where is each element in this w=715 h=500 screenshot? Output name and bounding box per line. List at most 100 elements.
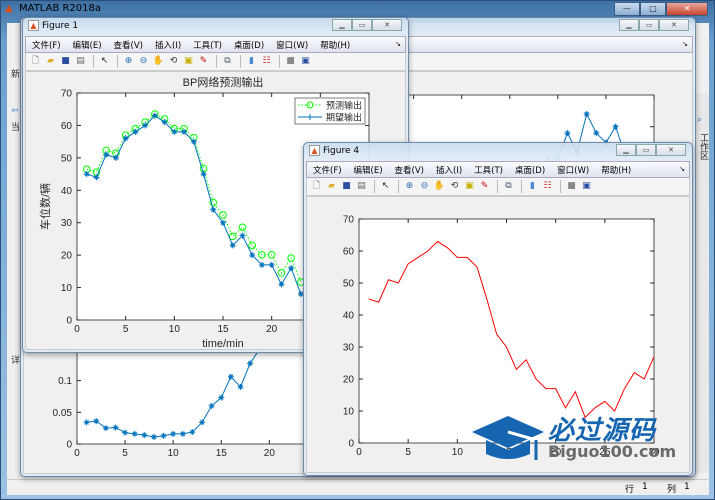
pointer-icon[interactable]: ↖ bbox=[379, 180, 392, 193]
legend-icon[interactable]: ☷ bbox=[260, 55, 273, 68]
window-title: Figure 4 bbox=[323, 146, 360, 156]
pan-hand-icon[interactable]: ✋ bbox=[433, 180, 446, 193]
y-tick-label: 20 bbox=[61, 251, 73, 262]
hide-plot-tools-icon[interactable]: ■ bbox=[565, 180, 578, 193]
back-arrow-icon[interactable]: ⇦ bbox=[11, 106, 19, 116]
menu-3[interactable]: 插入(I) bbox=[436, 164, 462, 176]
menu-5[interactable]: 桌面(D) bbox=[515, 164, 545, 176]
dock-arrow-icon[interactable]: ↘ bbox=[679, 165, 685, 173]
menu-5[interactable]: 桌面(D) bbox=[234, 39, 264, 51]
new-file-icon[interactable]: 🗋 bbox=[29, 55, 42, 68]
toolbar-separator bbox=[117, 55, 118, 68]
y-tick-label: 0.05 bbox=[53, 408, 73, 419]
brush-icon[interactable]: ✎ bbox=[478, 180, 491, 193]
y-tick-label: 70 bbox=[343, 215, 355, 226]
rotate-3d-icon[interactable]: ⟲ bbox=[448, 180, 461, 193]
y-tick-label: 0 bbox=[66, 316, 72, 327]
pointer-icon[interactable]: ↖ bbox=[98, 55, 111, 68]
x-tick-label: 15 bbox=[217, 324, 229, 335]
minimize-button[interactable]: — bbox=[614, 2, 640, 16]
col-value: 1 bbox=[684, 482, 690, 492]
maximize-button[interactable]: □ bbox=[640, 2, 666, 16]
dock-arrow-icon[interactable]: ↘ bbox=[395, 40, 401, 48]
toolbar-separator bbox=[216, 55, 217, 68]
dock-arrow-icon[interactable]: ↘ bbox=[682, 40, 688, 48]
menu-1[interactable]: 编辑(E) bbox=[354, 164, 383, 176]
menu-3[interactable]: 插入(I) bbox=[155, 39, 181, 51]
y-tick-label: 70 bbox=[61, 89, 73, 100]
menu-6[interactable]: 窗口(W) bbox=[276, 39, 308, 51]
menu-0[interactable]: 文件(F) bbox=[313, 164, 342, 176]
x-tick-label: 5 bbox=[123, 324, 129, 335]
maximize-button[interactable]: ▭ bbox=[352, 19, 372, 31]
hide-plot-tools-icon[interactable]: ■ bbox=[284, 55, 297, 68]
menu-4[interactable]: 工具(T) bbox=[193, 39, 222, 51]
new-label[interactable]: 新 bbox=[11, 67, 20, 80]
maximize-button[interactable]: ▭ bbox=[636, 144, 656, 156]
close-button[interactable]: ✕ bbox=[372, 19, 402, 31]
window-title: Figure 1 bbox=[42, 21, 79, 31]
menu-bar: 文件(F) 编辑(E) 查看(V) 插入(I) 工具(T) 桌面(D) 窗口(W) 帮助(H)… bbox=[306, 161, 690, 178]
matlab-logo-icon: ▲ bbox=[5, 3, 13, 14]
menu-0[interactable]: 文件(F) bbox=[32, 39, 61, 51]
y-tick-label: 10 bbox=[343, 407, 355, 418]
close-button[interactable]: ✕ bbox=[659, 19, 689, 31]
y-tick-label: 40 bbox=[61, 186, 73, 197]
legend-label: 期望输出 bbox=[326, 112, 362, 123]
save-icon[interactable]: ■ bbox=[340, 180, 353, 193]
link-plot-icon[interactable]: ⧉ bbox=[502, 180, 515, 193]
menu-2[interactable]: 查看(V) bbox=[395, 164, 424, 176]
menu-6[interactable]: 窗口(W) bbox=[557, 164, 589, 176]
minimize-button[interactable]: ▁ bbox=[619, 19, 639, 31]
toolbar-separator bbox=[374, 180, 375, 193]
menu-4[interactable]: 工具(T) bbox=[474, 164, 503, 176]
print-icon[interactable]: ▤ bbox=[355, 180, 368, 193]
chart-title: BP网络预测输出 bbox=[183, 75, 264, 89]
y-axis-label: 车位数/辆 bbox=[38, 183, 52, 230]
y-tick-label: 10 bbox=[61, 283, 73, 294]
y-tick-label: 0 bbox=[66, 440, 72, 451]
open-folder-icon[interactable]: ▰ bbox=[325, 180, 338, 193]
data-cursor-icon[interactable]: ▣ bbox=[463, 180, 476, 193]
colorbar-icon[interactable]: ▮ bbox=[526, 180, 539, 193]
x-tick-label: 10 bbox=[452, 447, 464, 458]
details-label: 详 bbox=[11, 356, 21, 366]
colorbar-icon[interactable]: ▮ bbox=[245, 55, 258, 68]
rotate-3d-icon[interactable]: ⟲ bbox=[167, 55, 180, 68]
zoom-out-icon[interactable]: ⊖ bbox=[418, 180, 431, 193]
print-icon[interactable]: ▤ bbox=[74, 55, 87, 68]
minimize-button[interactable]: ▁ bbox=[332, 19, 352, 31]
menu-7[interactable]: 帮助(H) bbox=[320, 39, 350, 51]
pan-hand-icon[interactable]: ✋ bbox=[152, 55, 165, 68]
save-icon[interactable]: ■ bbox=[59, 55, 72, 68]
new-file-icon[interactable]: 🗋 bbox=[310, 180, 323, 193]
brush-icon[interactable]: ✎ bbox=[197, 55, 210, 68]
data-cursor-icon[interactable]: ▣ bbox=[182, 55, 195, 68]
x-tick-label: 0 bbox=[74, 324, 80, 335]
menu-2[interactable]: 查看(V) bbox=[114, 39, 143, 51]
watermark-en: Biguo100.com bbox=[548, 442, 677, 461]
search-icon[interactable]: ⌕ bbox=[697, 115, 702, 125]
zoom-in-icon[interactable]: ⊕ bbox=[403, 180, 416, 193]
legend-icon[interactable]: ☷ bbox=[541, 180, 554, 193]
show-plot-tools-icon[interactable]: ▣ bbox=[299, 55, 312, 68]
figure-toolbar: 🗋▰■▤↖⊕⊖✋⟲▣✎⧉▮☷■▣ bbox=[25, 53, 406, 71]
legend-label: 预测输出 bbox=[326, 100, 362, 111]
minimize-button[interactable]: ▁ bbox=[616, 144, 636, 156]
graduation-cap-icon bbox=[472, 416, 544, 460]
zoom-in-icon[interactable]: ⊕ bbox=[122, 55, 135, 68]
close-button[interactable]: ✕ bbox=[666, 2, 708, 16]
toolbar-separator bbox=[279, 55, 280, 68]
zoom-out-icon[interactable]: ⊖ bbox=[137, 55, 150, 68]
link-plot-icon[interactable]: ⧉ bbox=[221, 55, 234, 68]
show-plot-tools-icon[interactable]: ▣ bbox=[580, 180, 593, 193]
workspace-label: 工作区 bbox=[698, 133, 708, 160]
y-tick-label: 50 bbox=[61, 153, 73, 164]
close-button[interactable]: ✕ bbox=[656, 144, 686, 156]
open-folder-icon[interactable]: ▰ bbox=[44, 55, 57, 68]
toolbar-separator bbox=[93, 55, 94, 68]
current-folder-label: 当 bbox=[11, 123, 21, 133]
menu-7[interactable]: 帮助(H) bbox=[601, 164, 631, 176]
menu-1[interactable]: 编辑(E) bbox=[73, 39, 102, 51]
maximize-button[interactable]: ▭ bbox=[639, 19, 659, 31]
